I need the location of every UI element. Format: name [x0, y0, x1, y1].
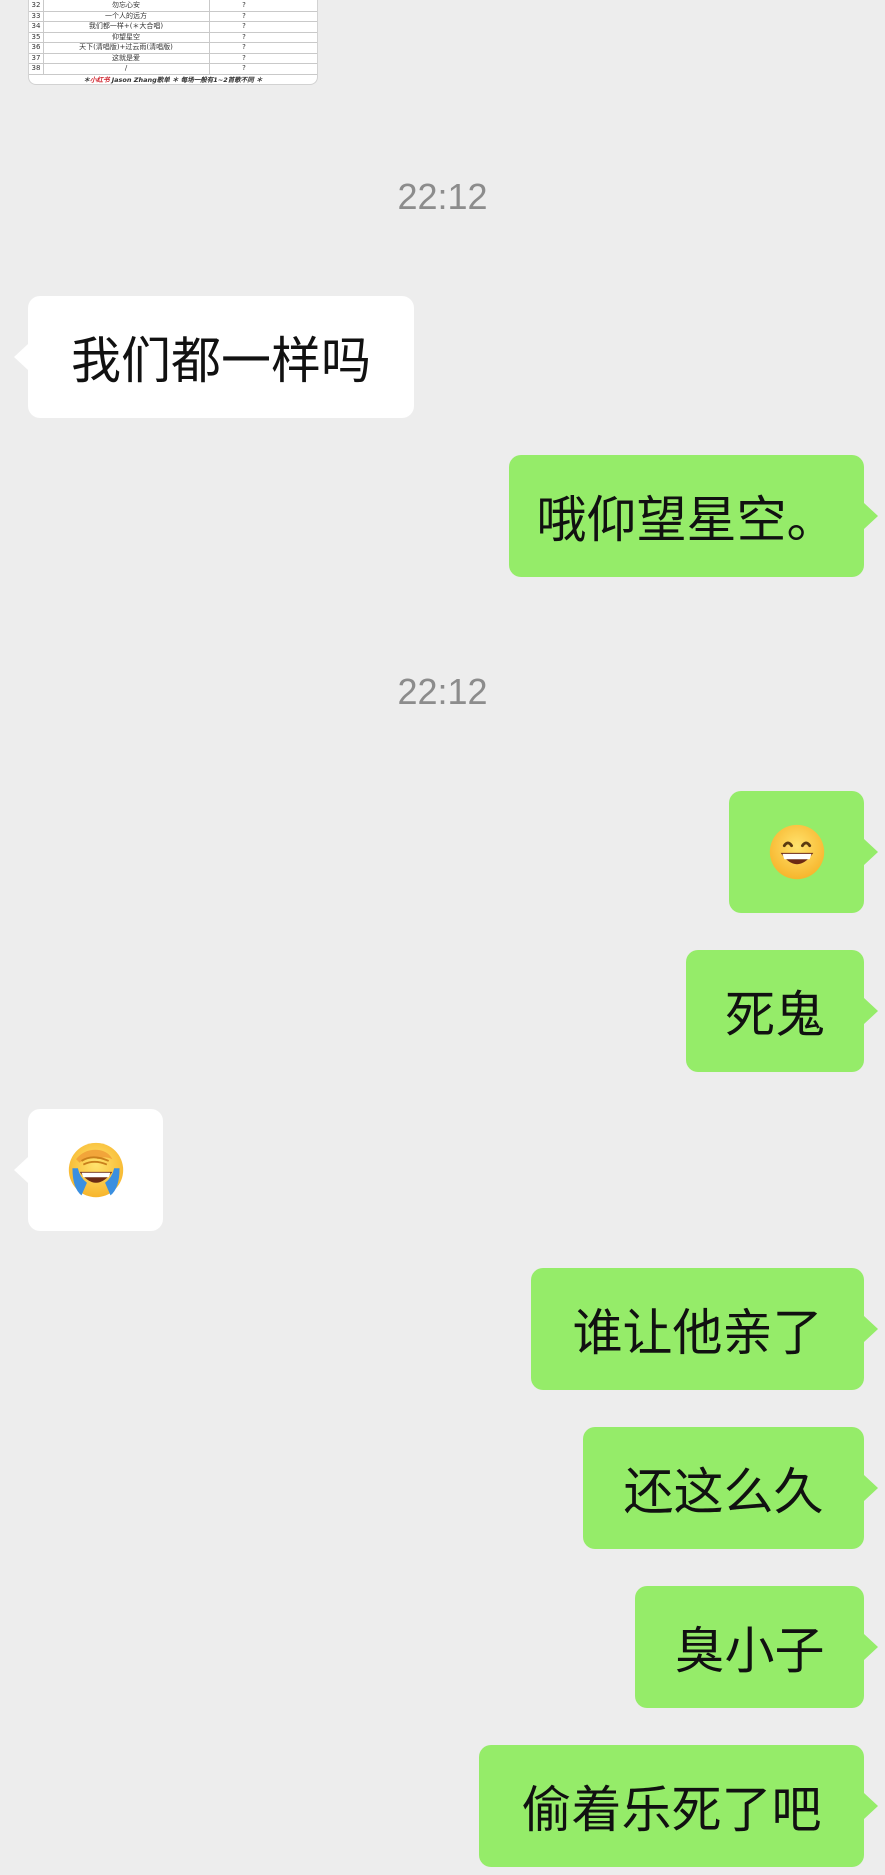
message-text: 死鬼 [725, 986, 825, 1044]
message-text: 哦仰望星空。 [536, 491, 837, 549]
table-row: 38 / ? [29, 63, 317, 75]
message-text: 谁让他亲了 [572, 1304, 823, 1362]
message-text: 偷着乐死了吧 [521, 1781, 822, 1839]
outgoing-message-bubble[interactable]: 谁让他亲了 [531, 1268, 878, 1390]
outgoing-message-bubble[interactable]: 臭小子 [635, 1586, 878, 1708]
incoming-message-bubble[interactable]: 我们都一样吗 [14, 296, 414, 418]
message-timestamp: 22:12 [397, 176, 488, 217]
facepalm-laughing-icon [68, 1142, 123, 1198]
outgoing-emoji-bubble[interactable] [729, 791, 878, 913]
outgoing-message-bubble[interactable]: 哦仰望星空。 [509, 455, 878, 577]
outgoing-message-bubble[interactable]: 还这么久 [583, 1427, 878, 1549]
message-text: 臭小子 [674, 1622, 825, 1680]
message-timestamp: 22:12 [397, 671, 488, 712]
incoming-emoji-bubble[interactable] [14, 1109, 163, 1231]
grinning-face-icon [769, 824, 824, 880]
image-message-thumbnail[interactable]: 32 勿忘心安 ? 33 一个人的远方 ? 34 我们都一样+(＊大合唱) ? … [28, 0, 318, 85]
outgoing-message-bubble[interactable]: 死鬼 [686, 950, 878, 1072]
message-text: 我们都一样吗 [71, 332, 371, 390]
sheet-footer: ＊小红书 Jason Zhang歌单 ＊ 每场一般有1~2首歌不同 ＊ [83, 76, 263, 84]
footer-brand: 小红书 [89, 76, 110, 84]
message-text: 还这么久 [623, 1463, 824, 1521]
outgoing-message-bubble[interactable]: 偷着乐死了吧 [479, 1745, 878, 1867]
